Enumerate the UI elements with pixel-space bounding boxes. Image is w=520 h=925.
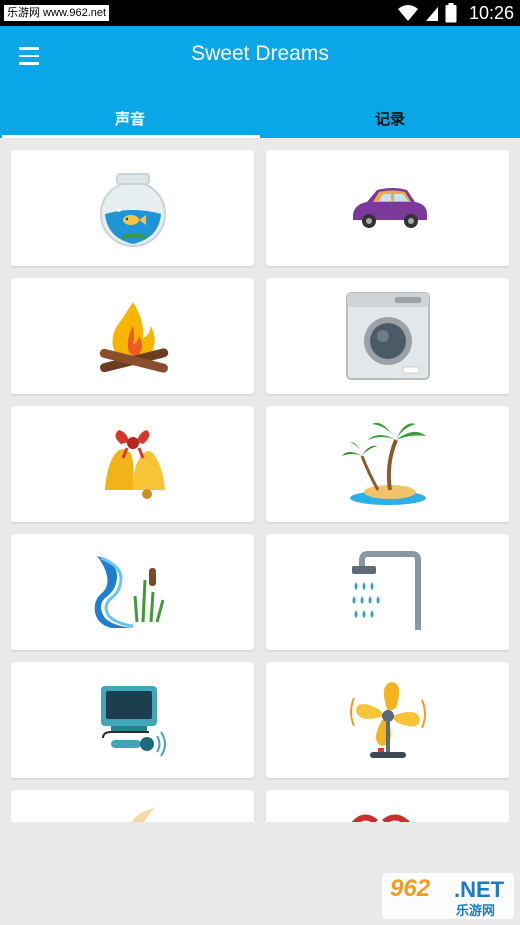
watermark-number: 962 <box>390 875 431 902</box>
sound-tile-shower[interactable] <box>266 534 509 650</box>
sound-tile-washing-machine[interactable] <box>266 278 509 394</box>
campfire-icon <box>99 302 168 373</box>
battery-icon <box>445 3 457 23</box>
tab-records[interactable]: 记录 <box>260 98 520 138</box>
watermark-chinese: 乐游网 <box>456 903 496 918</box>
bell-icon <box>104 430 165 499</box>
sound-tile-partial-1[interactable] <box>11 790 254 822</box>
app-title: Sweet Dreams <box>191 42 329 65</box>
washing-machine-icon <box>345 292 430 380</box>
sound-tile-tv-microphone[interactable] <box>11 662 254 778</box>
sound-tile-stream[interactable] <box>11 534 254 650</box>
status-bar: 乐游网 www.962.net 10:26 <box>0 0 520 26</box>
tab-sounds[interactable]: 声音 <box>0 98 260 138</box>
status-icons: 10:26 <box>397 0 514 26</box>
fishbowl-icon <box>99 173 166 247</box>
tv-microphone-icon <box>100 686 166 757</box>
sound-tile-fan[interactable] <box>266 662 509 778</box>
partial-icon-1 <box>131 808 155 822</box>
shower-icon <box>351 551 421 630</box>
watermark-logo: 962 .NET 乐游网 <box>382 873 514 919</box>
watermark-label: 乐游网 www.962.net <box>4 5 110 21</box>
clock: 10:26 <box>468 2 514 23</box>
sound-tile-bell[interactable] <box>11 406 254 522</box>
wifi-icon <box>397 5 418 21</box>
fan-icon <box>349 682 426 758</box>
sound-tile-campfire[interactable] <box>11 278 254 394</box>
sound-tile-fishbowl[interactable] <box>11 150 254 266</box>
car-icon <box>352 188 427 228</box>
sound-tile-car[interactable] <box>266 150 509 266</box>
signal-icon <box>425 7 438 21</box>
tab-bar: 声音 记录 <box>0 98 520 138</box>
app-bar: Sweet Dreams 声音 记录 <box>0 26 520 138</box>
partial-icon-2 <box>351 814 411 822</box>
palm-island-icon <box>341 422 426 505</box>
sound-tile-partial-2[interactable] <box>266 790 509 822</box>
stream-icon <box>94 556 164 628</box>
sound-tile-palm-island[interactable] <box>266 406 509 522</box>
sound-grid <box>11 150 509 822</box>
